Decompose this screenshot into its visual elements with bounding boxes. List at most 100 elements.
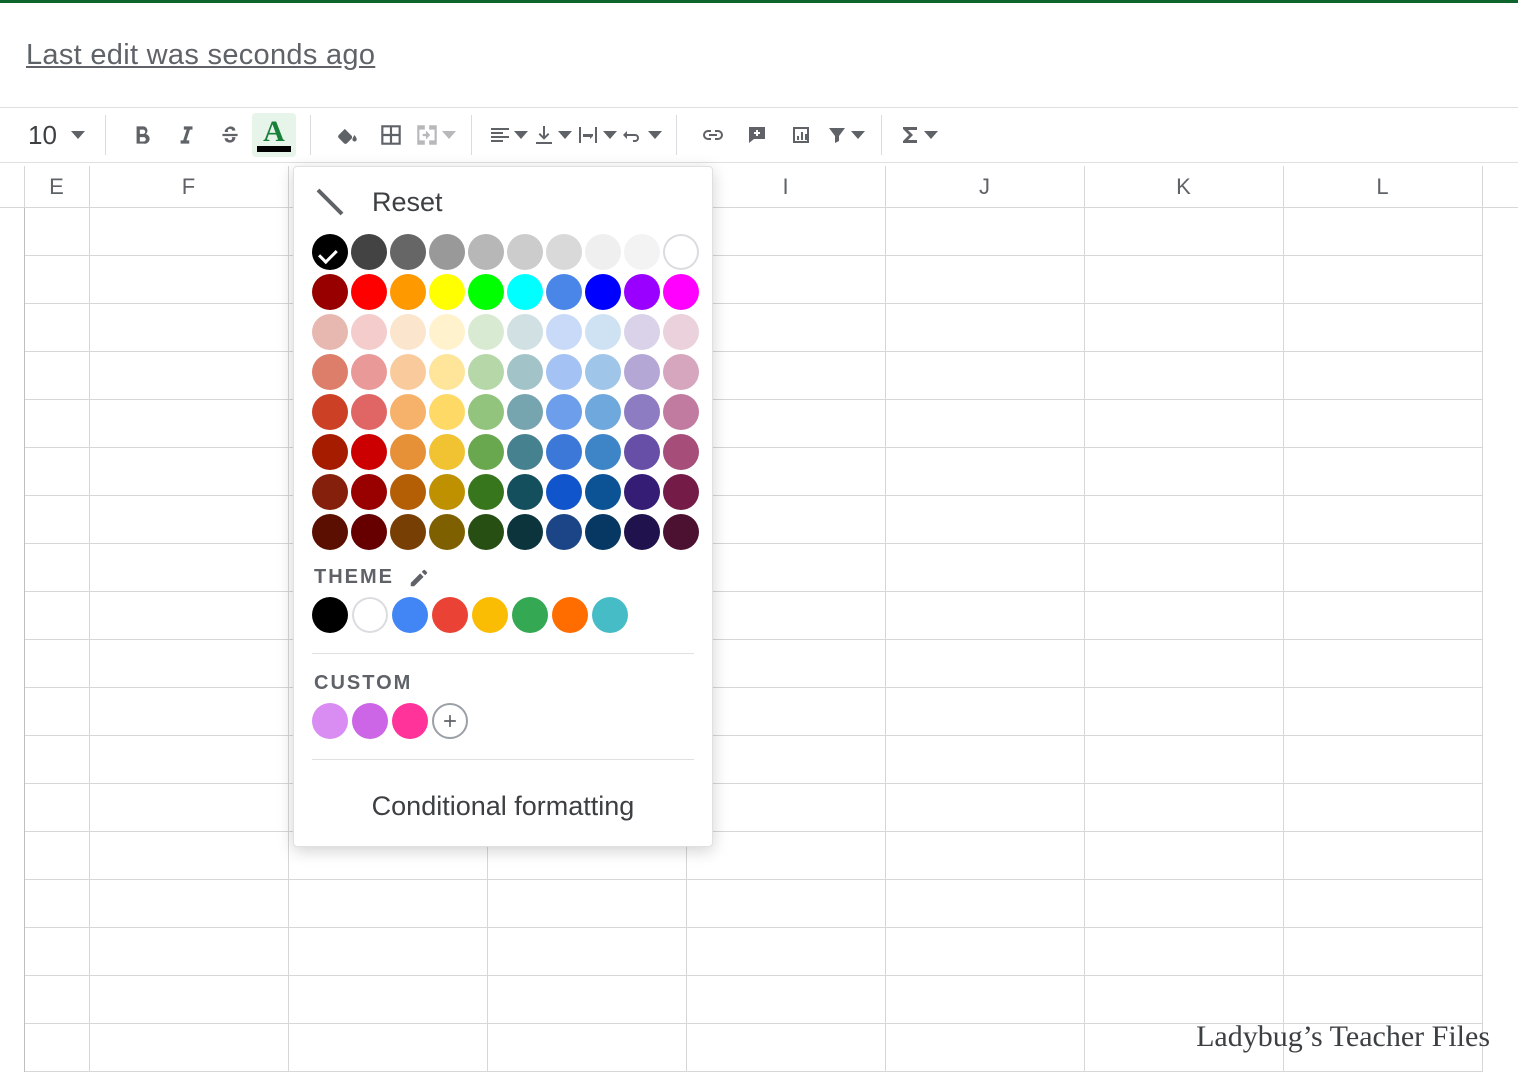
- color-swatch[interactable]: [351, 234, 387, 270]
- color-swatch[interactable]: [546, 314, 582, 350]
- cell[interactable]: [886, 400, 1085, 448]
- cell[interactable]: [25, 448, 90, 496]
- cell[interactable]: [886, 352, 1085, 400]
- cell[interactable]: [687, 400, 886, 448]
- cell[interactable]: [25, 928, 90, 976]
- color-swatch[interactable]: [546, 274, 582, 310]
- color-swatch[interactable]: [351, 474, 387, 510]
- cell[interactable]: [687, 880, 886, 928]
- cell[interactable]: [90, 352, 289, 400]
- color-swatch[interactable]: [429, 234, 465, 270]
- cell[interactable]: [25, 640, 90, 688]
- theme-color-swatch[interactable]: [592, 597, 628, 633]
- cell[interactable]: [90, 400, 289, 448]
- cell[interactable]: [1085, 544, 1284, 592]
- color-swatch[interactable]: [468, 234, 504, 270]
- column-header[interactable]: J: [886, 166, 1085, 207]
- custom-color-swatch[interactable]: [352, 703, 388, 739]
- cell[interactable]: [886, 640, 1085, 688]
- color-swatch[interactable]: [585, 234, 621, 270]
- merge-cells-button[interactable]: [413, 113, 457, 157]
- theme-color-swatch[interactable]: [392, 597, 428, 633]
- cell[interactable]: [488, 976, 687, 1024]
- cell[interactable]: [687, 544, 886, 592]
- cell[interactable]: [1284, 688, 1483, 736]
- color-swatch[interactable]: [585, 314, 621, 350]
- bold-button[interactable]: [120, 113, 164, 157]
- cell[interactable]: [1284, 928, 1483, 976]
- color-swatch[interactable]: [546, 474, 582, 510]
- cell[interactable]: [1085, 208, 1284, 256]
- color-swatch[interactable]: [546, 354, 582, 390]
- color-swatch[interactable]: [624, 274, 660, 310]
- cell[interactable]: [488, 1024, 687, 1072]
- color-swatch[interactable]: [546, 434, 582, 470]
- color-swatch[interactable]: [663, 474, 699, 510]
- conditional-formatting-button[interactable]: Conditional formatting: [312, 772, 694, 846]
- cell[interactable]: [25, 688, 90, 736]
- color-swatch[interactable]: [507, 514, 543, 550]
- cell[interactable]: [687, 784, 886, 832]
- color-swatch[interactable]: [429, 474, 465, 510]
- cell[interactable]: [886, 976, 1085, 1024]
- color-swatch[interactable]: [312, 234, 348, 270]
- borders-button[interactable]: [369, 113, 413, 157]
- cell[interactable]: [886, 736, 1085, 784]
- theme-color-swatch[interactable]: [512, 597, 548, 633]
- cell[interactable]: [1284, 736, 1483, 784]
- theme-color-swatch[interactable]: [352, 597, 388, 633]
- cell[interactable]: [1085, 928, 1284, 976]
- cell[interactable]: [1284, 784, 1483, 832]
- cell[interactable]: [1284, 208, 1483, 256]
- color-swatch[interactable]: [312, 314, 348, 350]
- color-swatch[interactable]: [351, 394, 387, 430]
- color-swatch[interactable]: [663, 394, 699, 430]
- cell[interactable]: [886, 1024, 1085, 1072]
- cell[interactable]: [25, 352, 90, 400]
- color-swatch[interactable]: [585, 434, 621, 470]
- cell[interactable]: [90, 640, 289, 688]
- color-swatch[interactable]: [390, 234, 426, 270]
- cell[interactable]: [687, 832, 886, 880]
- insert-chart-button[interactable]: [779, 113, 823, 157]
- column-header[interactable]: L: [1284, 166, 1483, 207]
- cell[interactable]: [886, 208, 1085, 256]
- color-swatch[interactable]: [468, 274, 504, 310]
- cell[interactable]: [886, 688, 1085, 736]
- cell[interactable]: [25, 256, 90, 304]
- color-swatch[interactable]: [624, 234, 660, 270]
- color-swatch[interactable]: [507, 474, 543, 510]
- cell[interactable]: [886, 880, 1085, 928]
- cell[interactable]: [1284, 304, 1483, 352]
- cell[interactable]: [687, 736, 886, 784]
- color-swatch[interactable]: [663, 354, 699, 390]
- color-swatch[interactable]: [663, 514, 699, 550]
- cell[interactable]: [1085, 736, 1284, 784]
- color-swatch[interactable]: [468, 434, 504, 470]
- color-swatch[interactable]: [312, 514, 348, 550]
- cell[interactable]: [90, 832, 289, 880]
- color-swatch[interactable]: [585, 474, 621, 510]
- filter-button[interactable]: [823, 113, 867, 157]
- cell[interactable]: [488, 928, 687, 976]
- cell[interactable]: [25, 592, 90, 640]
- cell[interactable]: [1085, 448, 1284, 496]
- color-swatch[interactable]: [546, 394, 582, 430]
- cell[interactable]: [1085, 832, 1284, 880]
- cell[interactable]: [289, 928, 488, 976]
- color-swatch[interactable]: [351, 354, 387, 390]
- color-swatch[interactable]: [624, 354, 660, 390]
- color-swatch[interactable]: [663, 434, 699, 470]
- cell[interactable]: [1085, 352, 1284, 400]
- theme-color-swatch[interactable]: [432, 597, 468, 633]
- cell[interactable]: [25, 1024, 90, 1072]
- cell[interactable]: [1284, 496, 1483, 544]
- color-swatch[interactable]: [624, 434, 660, 470]
- cell[interactable]: [886, 928, 1085, 976]
- color-swatch[interactable]: [390, 354, 426, 390]
- cell[interactable]: [488, 880, 687, 928]
- color-swatch[interactable]: [507, 234, 543, 270]
- cell[interactable]: [687, 688, 886, 736]
- column-header[interactable]: E: [25, 166, 90, 207]
- cell[interactable]: [90, 544, 289, 592]
